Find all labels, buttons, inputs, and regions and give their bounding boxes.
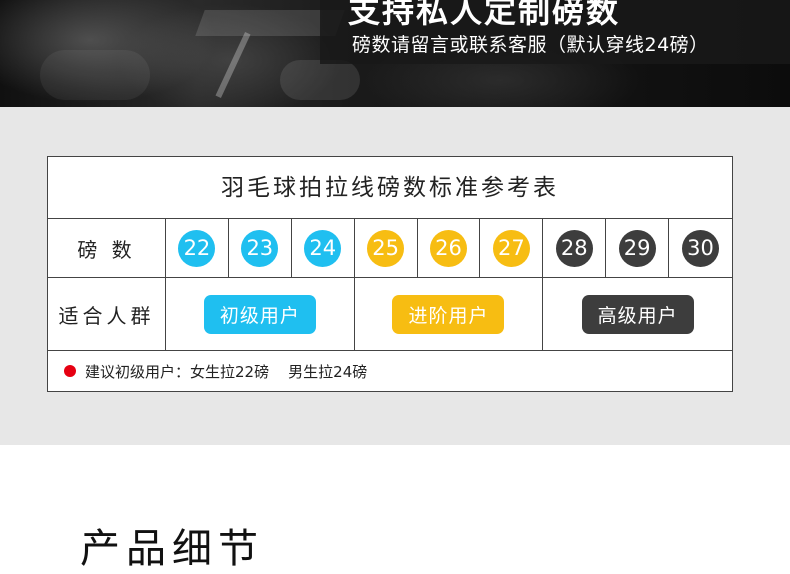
pounds-value-badge: 29: [618, 229, 656, 267]
user-level-badge: 高级用户: [581, 294, 694, 334]
pounds-value-badge: 27: [492, 229, 530, 267]
pounds-value-badge: 25: [367, 229, 405, 267]
pounds-label: 磅 数: [48, 219, 166, 277]
user-group-row: 适合人群 初级用户 进阶用户 高级用户: [48, 278, 732, 351]
section-heading: 产品细节: [80, 526, 264, 572]
pounds-value-badge: 22: [178, 229, 216, 267]
banner-photo-shape: [280, 60, 360, 100]
user-group-cell: 初级用户: [166, 278, 355, 350]
banner: 支持私人定制磅数 磅数请留言或联系客服（默认穿线24磅）: [0, 0, 790, 107]
pounds-value-badge: 26: [429, 229, 467, 267]
recommendation-text: 建议初级用户：女生拉22磅 男生拉24磅: [85, 362, 368, 381]
banner-subtitle: 磅数请留言或联系客服（默认穿线24磅）: [352, 34, 709, 56]
pounds-value-badge: 24: [304, 229, 342, 267]
note-row: 建议初级用户：女生拉22磅 男生拉24磅: [48, 351, 732, 391]
table-title-row: 羽毛球拍拉线磅数标准参考表: [48, 157, 732, 219]
banner-photo-shape: [215, 32, 251, 98]
red-dot-icon: [64, 365, 76, 377]
pounds-cell: 30: [669, 219, 732, 277]
pounds-value-badge: 30: [682, 229, 720, 267]
user-group-cell: 进阶用户: [355, 278, 544, 350]
user-group-cell: 高级用户: [543, 278, 732, 350]
recommendation-note: 建议初级用户：女生拉22磅 男生拉24磅: [64, 351, 367, 391]
pounds-cell: 25: [355, 219, 418, 277]
tension-reference-table: 羽毛球拍拉线磅数标准参考表 磅 数 22 23 24 25 26 27 28 29 30 适合人…: [47, 156, 733, 392]
user-level-badge: 初级用户: [203, 294, 316, 334]
pounds-cell: 23: [229, 219, 292, 277]
pounds-cell: 22: [166, 219, 229, 277]
pounds-value-badge: 23: [241, 229, 279, 267]
user-level-badge: 进阶用户: [392, 294, 505, 334]
reference-section: 羽毛球拍拉线磅数标准参考表 磅 数 22 23 24 25 26 27 28 29 30 适合人…: [0, 107, 790, 445]
banner-photo-shape: [40, 50, 150, 100]
pounds-cell: 29: [606, 219, 670, 277]
pounds-cell: 28: [543, 219, 607, 277]
pounds-cell: 26: [418, 219, 481, 277]
pounds-cell: 27: [480, 219, 544, 277]
banner-title: 支持私人定制磅数: [348, 0, 621, 30]
pounds-cell: 24: [292, 219, 355, 277]
pounds-row: 磅 数 22 23 24 25 26 27 28 29 30: [48, 219, 732, 278]
pounds-value-badge: 28: [555, 229, 593, 267]
user-group-label: 适合人群: [48, 278, 166, 350]
table-title: 羽毛球拍拉线磅数标准参考表: [221, 175, 559, 201]
